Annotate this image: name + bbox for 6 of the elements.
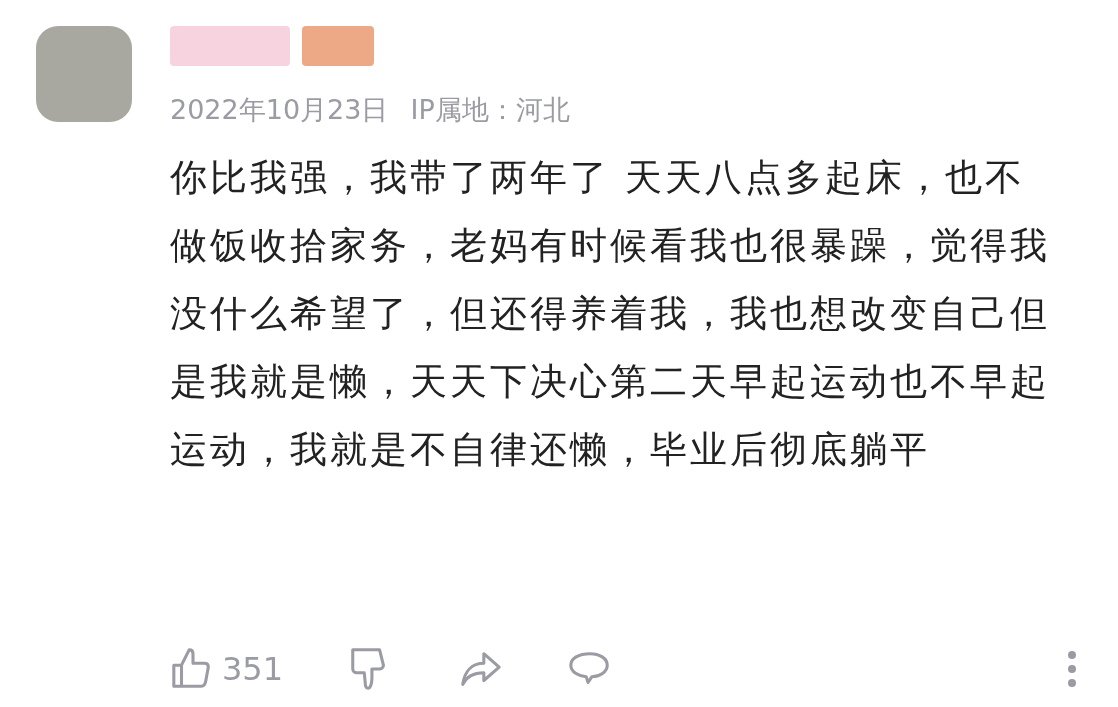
comment-date: 2022年10月23日 [170, 93, 389, 127]
like-count: 351 [222, 649, 284, 690]
avatar-placeholder[interactable] [36, 26, 132, 122]
comment-body: 你比我强，我带了两年了 天天八点多起床，也不做饭收拾家务，老妈有时候看我也很暴躁，觉得我没什么希望了，但还得养着我，我也想改变自己但是我就是懒，天天下决心第二天早起运动也不早起运动，我就是不自律还懒，毕业后彻底躺平 [170, 155, 1050, 473]
more-options-icon[interactable] [1066, 649, 1078, 689]
ip-location: IP属地：河北 [410, 93, 570, 127]
